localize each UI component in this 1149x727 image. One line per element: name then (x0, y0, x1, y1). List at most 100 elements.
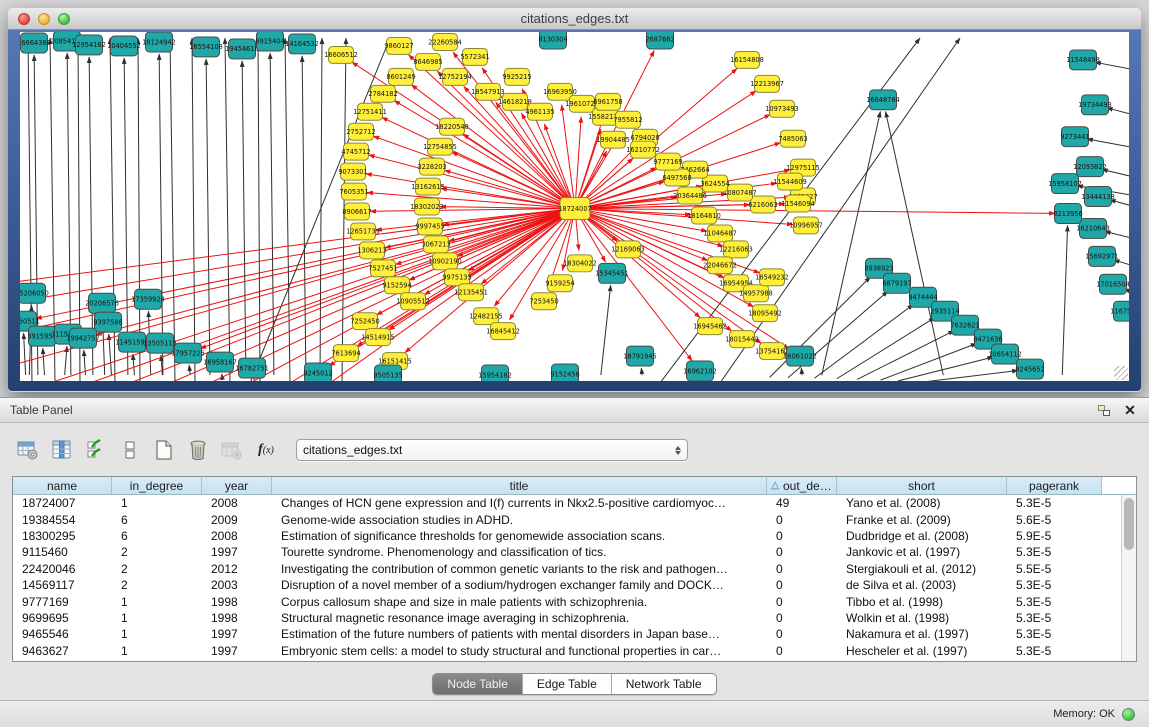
graph-node[interactable]: 11544609 (773, 173, 807, 190)
table-cell[interactable]: Genome-wide association studies in ADHD. (272, 513, 767, 527)
table-cell[interactable]: 1 (112, 611, 202, 625)
table-row[interactable]: 1872400712008Changes of HCN gene express… (13, 495, 1121, 511)
graph-node[interactable]: 8601249 (386, 68, 415, 85)
graph-node[interactable]: 18791945 (623, 346, 657, 366)
graph-node[interactable]: 7613694 (331, 345, 360, 362)
graph-node[interactable]: 10996957 (789, 217, 823, 234)
table-cell[interactable]: 14569117 (13, 578, 112, 592)
graph-hub-node[interactable]: 18724007 (558, 198, 592, 220)
table-cell[interactable]: 9115460 (13, 545, 112, 559)
graph-node[interactable]: 12213967 (750, 75, 784, 92)
graph-node[interactable]: 15692971 (1085, 246, 1119, 266)
graph-node[interactable]: 6497568 (662, 169, 691, 186)
function-builder-icon[interactable]: f(x) (252, 436, 280, 464)
graph-node[interactable]: 13162615 (411, 178, 445, 195)
graph-node[interactable]: 16945462 (693, 318, 727, 335)
close-icon[interactable]: ✕ (1121, 402, 1139, 418)
table-cell[interactable]: 0 (767, 595, 837, 609)
resize-handle[interactable] (1114, 366, 1128, 380)
table-cell[interactable]: Estimation of the future numbers of pati… (272, 627, 767, 641)
table-cell[interactable]: 5.3E-5 (1007, 496, 1102, 510)
table-row[interactable]: 2242004622012Investigating the contribut… (13, 561, 1121, 577)
table-row[interactable]: 911546021997Tourette syndrome. Phenomeno… (13, 544, 1121, 560)
table-row[interactable]: 946554611997Estimation of the future num… (13, 626, 1121, 642)
column-header-name[interactable]: name (13, 477, 112, 494)
graph-node[interactable]: 18015442 (725, 331, 759, 348)
graph-node[interactable]: 7955812 (613, 111, 642, 128)
graph-node[interactable]: 17957225 (171, 343, 205, 363)
table-settings-icon[interactable] (14, 436, 42, 464)
column-header-pagerank[interactable]: pagerank (1007, 477, 1102, 494)
table-cell[interactable]: 0 (767, 627, 837, 641)
graph-node[interactable]: 20206576 (85, 293, 119, 313)
table-cell[interactable]: 0 (767, 644, 837, 658)
graph-node[interactable]: 8130304 (538, 32, 567, 49)
graph-node[interactable]: 9245652 (1015, 359, 1044, 379)
graph-node[interactable]: 8646985 (413, 53, 442, 70)
column-header-title[interactable]: title (272, 477, 767, 494)
table-cell[interactable]: 18300295 (13, 529, 112, 543)
graph-node[interactable]: 19904485 (596, 131, 630, 148)
table-cell[interactable]: 0 (767, 611, 837, 625)
table-cell[interactable]: Hescheler et al. (1997) (837, 644, 1007, 658)
new-table-icon[interactable] (150, 436, 178, 464)
graph-node[interactable]: 7527451 (368, 260, 397, 277)
tab-network-table[interactable]: Network Table (612, 674, 716, 694)
select-rows-icon[interactable] (82, 436, 110, 464)
graph-node[interactable]: 15345451 (595, 263, 629, 283)
graph-node[interactable]: 16648784 (866, 90, 900, 110)
table-cell[interactable]: Changes of HCN gene expression and I(f) … (272, 496, 767, 510)
table-cell[interactable]: Nakamura et al. (1997) (837, 627, 1007, 641)
table-cell[interactable]: 2 (112, 578, 202, 592)
graph-node[interactable]: 9159254 (545, 275, 574, 292)
graph-node[interactable]: 12169063 (611, 241, 645, 258)
graph-node[interactable]: 9073301 (338, 163, 367, 180)
table-cell[interactable]: Structural magnetic resonance image aver… (272, 611, 767, 625)
table-cell[interactable]: 0 (767, 513, 837, 527)
graph-node[interactable]: 12954162 (72, 35, 106, 55)
graph-node[interactable]: 11546094 (781, 195, 815, 212)
graph-node[interactable]: 4745712 (341, 143, 370, 160)
table-cell[interactable]: Investigating the contribution of common… (272, 562, 767, 576)
graph-node[interactable]: 19734493 (1078, 95, 1112, 115)
graph-node[interactable]: 8906617 (342, 203, 371, 220)
graph-node[interactable]: 14514915 (361, 329, 395, 346)
graph-node[interactable]: 3067213 (421, 236, 450, 253)
table-cell[interactable]: 1 (112, 496, 202, 510)
clear-rows-icon[interactable] (116, 436, 144, 464)
table-cell[interactable]: 1 (112, 627, 202, 641)
graph-node[interactable]: 10902190 (428, 253, 462, 270)
table-cell[interactable]: 2008 (202, 496, 272, 510)
graph-node[interactable]: 9245012 (303, 363, 332, 381)
graph-node[interactable]: 9860127 (384, 37, 413, 54)
table-cell[interactable]: 2 (112, 545, 202, 559)
graph-node[interactable]: 14164532 (285, 34, 319, 54)
graph-node[interactable]: 12135451 (454, 284, 488, 301)
table-cell[interactable]: 2012 (202, 562, 272, 576)
graph-node[interactable]: 8915404 (255, 32, 284, 51)
graph-node[interactable]: 17016504 (1096, 274, 1129, 294)
table-cell[interactable]: 1997 (202, 644, 272, 658)
vertical-scrollbar[interactable] (1121, 495, 1136, 661)
graph-node[interactable]: 2784182 (368, 85, 397, 102)
graph-node[interactable]: 10404552 (107, 36, 141, 56)
graph-node[interactable]: 18304022 (563, 255, 597, 272)
graph-node[interactable]: 16554108 (189, 37, 223, 57)
graph-node[interactable]: 9505135 (373, 365, 402, 381)
table-cell[interactable]: Tibbo et al. (1998) (837, 595, 1007, 609)
graph-node[interactable]: 2687682 (645, 32, 674, 49)
graph-node[interactable]: 7252450 (350, 313, 379, 330)
graph-node[interactable]: 18549232 (755, 269, 789, 286)
table-cell[interactable]: 1997 (202, 627, 272, 641)
graph-node[interactable]: 9997455 (415, 218, 444, 235)
graph-node[interactable]: 16154808 (730, 51, 764, 68)
table-cell[interactable]: 1 (112, 595, 202, 609)
graph-node[interactable]: 7605351 (339, 183, 368, 200)
table-row[interactable]: 969969511998Structural magnetic resonanc… (13, 610, 1121, 626)
graph-node[interactable]: 22260584 (428, 33, 462, 50)
table-cell[interactable]: Disruption of a novel member of a sodium… (272, 578, 767, 592)
table-cell[interactable]: 6 (112, 529, 202, 543)
graph-node[interactable]: 18164610 (687, 207, 721, 224)
table-cell[interactable]: 2003 (202, 578, 272, 592)
table-cell[interactable]: 18724007 (13, 496, 112, 510)
